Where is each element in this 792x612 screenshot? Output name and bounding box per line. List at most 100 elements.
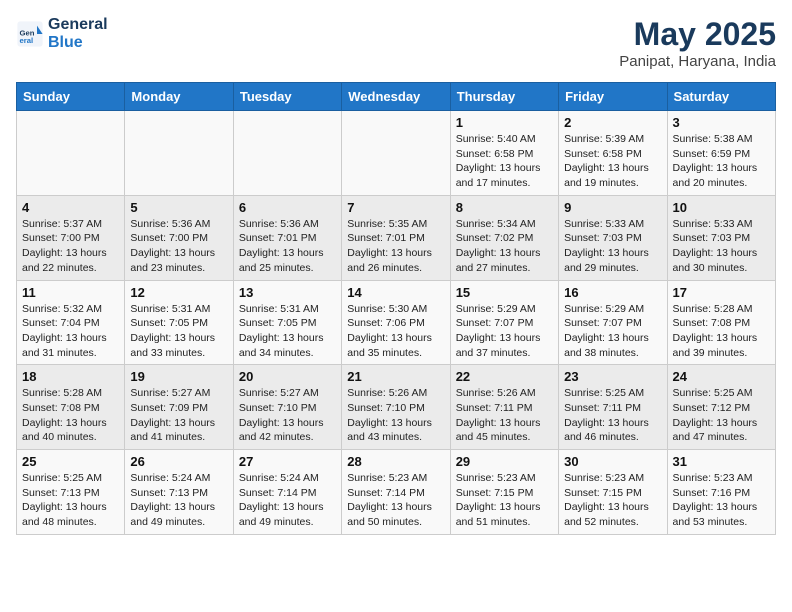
weekday-header-row: SundayMondayTuesdayWednesdayThursdayFrid… bbox=[17, 83, 776, 111]
day-info: Sunrise: 5:25 AM Sunset: 7:13 PM Dayligh… bbox=[22, 471, 119, 530]
title-block: May 2025 Panipat, Haryana, India bbox=[619, 16, 776, 70]
day-cell-27: 27 Sunrise: 5:24 AM Sunset: 7:14 PM Dayli… bbox=[233, 450, 341, 535]
weekday-header-monday: Monday bbox=[125, 83, 233, 111]
day-number: 30 bbox=[564, 454, 661, 469]
day-info: Sunrise: 5:34 AM Sunset: 7:02 PM Dayligh… bbox=[456, 217, 553, 276]
day-cell-30: 30 Sunrise: 5:23 AM Sunset: 7:15 PM Dayli… bbox=[559, 450, 667, 535]
day-number: 17 bbox=[673, 285, 770, 300]
day-number: 24 bbox=[673, 369, 770, 384]
week-row-5: 25Sunrise: 5:25 AM Sunset: 7:13 PM Dayli… bbox=[17, 450, 776, 535]
day-number: 10 bbox=[673, 200, 770, 215]
page-header: Gen eral General Blue May 2025 Panipat, … bbox=[16, 16, 776, 70]
svg-text:eral: eral bbox=[20, 36, 34, 45]
day-cell-26: 26Sunrise: 5:24 AM Sunset: 7:13 PM Dayli… bbox=[125, 450, 233, 535]
location-subtitle: Panipat, Haryana, India bbox=[619, 53, 776, 70]
weekday-header-tuesday: Tuesday bbox=[233, 83, 341, 111]
day-number: 8 bbox=[456, 200, 553, 215]
day-cell-13: 13 Sunrise: 5:31 AM Sunset: 7:05 PM Dayli… bbox=[233, 280, 341, 365]
empty-cell bbox=[125, 111, 233, 196]
day-info: Sunrise: 5:31 AM Sunset: 7:05 PM Dayligh… bbox=[239, 302, 336, 361]
week-row-4: 18 Sunrise: 5:28 AM Sunset: 7:08 PM Dayli… bbox=[17, 365, 776, 450]
day-info: Sunrise: 5:38 AM Sunset: 6:59 PM Dayligh… bbox=[673, 132, 770, 191]
logo-text-line1: General bbox=[48, 16, 108, 34]
day-number: 4 bbox=[22, 200, 119, 215]
day-info: Sunrise: 5:23 AM Sunset: 7:16 PM Dayligh… bbox=[673, 471, 770, 530]
day-cell-4: 4 Sunrise: 5:37 AM Sunset: 7:00 PM Daylig… bbox=[17, 195, 125, 280]
day-number: 2 bbox=[564, 115, 661, 130]
day-info: Sunrise: 5:35 AM Sunset: 7:01 PM Dayligh… bbox=[347, 217, 444, 276]
day-number: 5 bbox=[130, 200, 227, 215]
calendar-table: SundayMondayTuesdayWednesdayThursdayFrid… bbox=[16, 82, 776, 535]
day-info: Sunrise: 5:36 AM Sunset: 7:00 PM Dayligh… bbox=[130, 217, 227, 276]
day-number: 20 bbox=[239, 369, 336, 384]
day-cell-12: 12 Sunrise: 5:31 AM Sunset: 7:05 PM Dayli… bbox=[125, 280, 233, 365]
month-title: May 2025 bbox=[619, 16, 776, 53]
day-cell-2: 2 Sunrise: 5:39 AM Sunset: 6:58 PM Daylig… bbox=[559, 111, 667, 196]
day-number: 18 bbox=[22, 369, 119, 384]
day-info: Sunrise: 5:28 AM Sunset: 7:08 PM Dayligh… bbox=[22, 386, 119, 445]
day-cell-11: 11Sunrise: 5:32 AM Sunset: 7:04 PM Dayli… bbox=[17, 280, 125, 365]
logo: Gen eral General Blue bbox=[16, 16, 108, 51]
day-number: 22 bbox=[456, 369, 553, 384]
day-cell-19: 19 Sunrise: 5:27 AM Sunset: 7:09 PM Dayli… bbox=[125, 365, 233, 450]
day-number: 11 bbox=[22, 285, 119, 300]
day-info: Sunrise: 5:26 AM Sunset: 7:11 PM Dayligh… bbox=[456, 386, 553, 445]
day-cell-23: 23 Sunrise: 5:25 AM Sunset: 7:11 PM Dayli… bbox=[559, 365, 667, 450]
day-number: 16 bbox=[564, 285, 661, 300]
day-info: Sunrise: 5:23 AM Sunset: 7:15 PM Dayligh… bbox=[564, 471, 661, 530]
day-cell-25: 25Sunrise: 5:25 AM Sunset: 7:13 PM Dayli… bbox=[17, 450, 125, 535]
day-number: 12 bbox=[130, 285, 227, 300]
day-cell-16: 16 Sunrise: 5:29 AM Sunset: 7:07 PM Dayli… bbox=[559, 280, 667, 365]
weekday-header-thursday: Thursday bbox=[450, 83, 558, 111]
day-cell-31: 31Sunrise: 5:23 AM Sunset: 7:16 PM Dayli… bbox=[667, 450, 775, 535]
day-info: Sunrise: 5:24 AM Sunset: 7:14 PM Dayligh… bbox=[239, 471, 336, 530]
day-cell-8: 8 Sunrise: 5:34 AM Sunset: 7:02 PM Daylig… bbox=[450, 195, 558, 280]
day-cell-18: 18 Sunrise: 5:28 AM Sunset: 7:08 PM Dayli… bbox=[17, 365, 125, 450]
day-number: 27 bbox=[239, 454, 336, 469]
day-cell-28: 28Sunrise: 5:23 AM Sunset: 7:14 PM Dayli… bbox=[342, 450, 450, 535]
week-row-3: 11Sunrise: 5:32 AM Sunset: 7:04 PM Dayli… bbox=[17, 280, 776, 365]
weekday-header-sunday: Sunday bbox=[17, 83, 125, 111]
day-number: 6 bbox=[239, 200, 336, 215]
day-number: 3 bbox=[673, 115, 770, 130]
day-cell-21: 21 Sunrise: 5:26 AM Sunset: 7:10 PM Dayli… bbox=[342, 365, 450, 450]
day-info: Sunrise: 5:33 AM Sunset: 7:03 PM Dayligh… bbox=[564, 217, 661, 276]
day-info: Sunrise: 5:40 AM Sunset: 6:58 PM Dayligh… bbox=[456, 132, 553, 191]
day-cell-10: 10 Sunrise: 5:33 AM Sunset: 7:03 PM Dayli… bbox=[667, 195, 775, 280]
day-cell-7: 7 Sunrise: 5:35 AM Sunset: 7:01 PM Daylig… bbox=[342, 195, 450, 280]
day-number: 13 bbox=[239, 285, 336, 300]
day-number: 21 bbox=[347, 369, 444, 384]
empty-cell bbox=[17, 111, 125, 196]
day-number: 1 bbox=[456, 115, 553, 130]
day-info: Sunrise: 5:39 AM Sunset: 6:58 PM Dayligh… bbox=[564, 132, 661, 191]
day-info: Sunrise: 5:37 AM Sunset: 7:00 PM Dayligh… bbox=[22, 217, 119, 276]
weekday-header-friday: Friday bbox=[559, 83, 667, 111]
day-cell-3: 3 Sunrise: 5:38 AM Sunset: 6:59 PM Daylig… bbox=[667, 111, 775, 196]
day-info: Sunrise: 5:27 AM Sunset: 7:09 PM Dayligh… bbox=[130, 386, 227, 445]
day-cell-1: 1 Sunrise: 5:40 AM Sunset: 6:58 PM Daylig… bbox=[450, 111, 558, 196]
day-info: Sunrise: 5:29 AM Sunset: 7:07 PM Dayligh… bbox=[564, 302, 661, 361]
day-info: Sunrise: 5:26 AM Sunset: 7:10 PM Dayligh… bbox=[347, 386, 444, 445]
day-cell-17: 17 Sunrise: 5:28 AM Sunset: 7:08 PM Dayli… bbox=[667, 280, 775, 365]
day-info: Sunrise: 5:31 AM Sunset: 7:05 PM Dayligh… bbox=[130, 302, 227, 361]
day-cell-14: 14 Sunrise: 5:30 AM Sunset: 7:06 PM Dayli… bbox=[342, 280, 450, 365]
day-number: 19 bbox=[130, 369, 227, 384]
day-number: 14 bbox=[347, 285, 444, 300]
day-number: 23 bbox=[564, 369, 661, 384]
day-info: Sunrise: 5:28 AM Sunset: 7:08 PM Dayligh… bbox=[673, 302, 770, 361]
day-info: Sunrise: 5:30 AM Sunset: 7:06 PM Dayligh… bbox=[347, 302, 444, 361]
day-info: Sunrise: 5:25 AM Sunset: 7:11 PM Dayligh… bbox=[564, 386, 661, 445]
week-row-1: 1 Sunrise: 5:40 AM Sunset: 6:58 PM Daylig… bbox=[17, 111, 776, 196]
day-number: 29 bbox=[456, 454, 553, 469]
day-info: Sunrise: 5:23 AM Sunset: 7:15 PM Dayligh… bbox=[456, 471, 553, 530]
day-number: 7 bbox=[347, 200, 444, 215]
week-row-2: 4 Sunrise: 5:37 AM Sunset: 7:00 PM Daylig… bbox=[17, 195, 776, 280]
day-cell-22: 22 Sunrise: 5:26 AM Sunset: 7:11 PM Dayli… bbox=[450, 365, 558, 450]
empty-cell bbox=[233, 111, 341, 196]
day-info: Sunrise: 5:33 AM Sunset: 7:03 PM Dayligh… bbox=[673, 217, 770, 276]
day-info: Sunrise: 5:36 AM Sunset: 7:01 PM Dayligh… bbox=[239, 217, 336, 276]
day-cell-6: 6 Sunrise: 5:36 AM Sunset: 7:01 PM Daylig… bbox=[233, 195, 341, 280]
day-cell-9: 9 Sunrise: 5:33 AM Sunset: 7:03 PM Daylig… bbox=[559, 195, 667, 280]
day-number: 9 bbox=[564, 200, 661, 215]
day-cell-20: 20Sunrise: 5:27 AM Sunset: 7:10 PM Dayli… bbox=[233, 365, 341, 450]
